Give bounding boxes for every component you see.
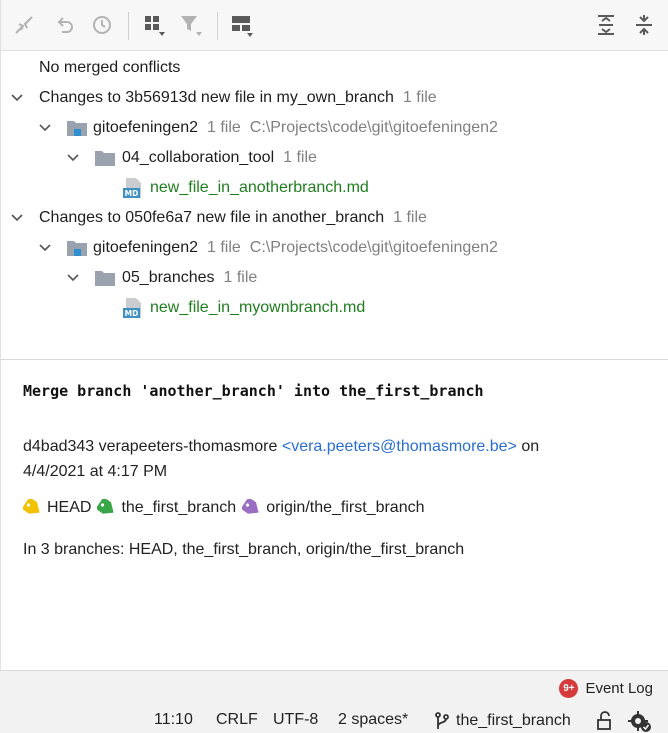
no-conflicts-row: No merged conflicts xyxy=(1,53,668,83)
line-separator[interactable]: CRLF xyxy=(216,711,258,729)
commit-author: verapeeters-thomasmore xyxy=(98,438,278,455)
group-by-icon[interactable] xyxy=(141,12,167,38)
file-name: new_file_in_myownbranch.md xyxy=(150,299,366,316)
change-group-row[interactable]: Changes to 3b56913d new file in my_own_b… xyxy=(1,83,668,113)
inspection-profile-icon[interactable] xyxy=(628,711,652,733)
containing-branches: In 3 branches: HEAD, the_first_branch, o… xyxy=(23,541,465,558)
file-row[interactable]: MD new_file_in_myownbranch.md xyxy=(1,293,668,323)
chevron-down-icon[interactable] xyxy=(66,151,80,165)
file-name: new_file_in_anotherbranch.md xyxy=(150,179,369,196)
no-conflicts-label: No merged conflicts xyxy=(39,59,181,76)
change-group-row[interactable]: Changes to 050fe6a7 new file in another_… xyxy=(1,203,668,233)
filter-icon[interactable] xyxy=(178,12,204,38)
git-branch-name: the_first_branch xyxy=(456,712,571,729)
changes-tree: No merged conflicts Changes to 3b56913d … xyxy=(0,51,668,359)
folder-name: 05_branches xyxy=(122,269,215,286)
folder-icon xyxy=(94,148,116,168)
commit-hash[interactable]: d4bad343 xyxy=(23,438,94,455)
toolbar-separator xyxy=(217,12,218,40)
file-row[interactable]: MD new_file_in_anotherbranch.md xyxy=(1,173,668,203)
git-branch-widget[interactable]: the_first_branch xyxy=(434,711,571,731)
markdown-file-icon: MD xyxy=(122,297,144,319)
ref-label: HEAD xyxy=(47,499,92,516)
file-encoding[interactable]: UTF-8 xyxy=(273,711,318,729)
change-group-count: 1 file xyxy=(393,209,427,226)
chevron-down-icon[interactable] xyxy=(66,271,80,285)
toolbar-separator xyxy=(128,12,129,40)
repo-count: 1 file xyxy=(206,239,241,256)
change-group-title: Changes to 3b56913d new file in my_own_b… xyxy=(39,89,394,106)
history-clock-icon[interactable] xyxy=(89,12,115,38)
folder-name: 04_collaboration_tool xyxy=(122,149,275,166)
folder-count: 1 file xyxy=(283,149,317,166)
event-log-button[interactable]: 9+ Event Log xyxy=(559,679,653,698)
tag-icon xyxy=(242,499,259,514)
change-group-count: 1 file xyxy=(402,89,437,106)
svg-text:MD: MD xyxy=(125,309,139,318)
chevron-down-icon[interactable] xyxy=(10,211,24,225)
repo-path: C:\Projects\code\git\gitoefeningen2 xyxy=(249,239,498,256)
lock-icon[interactable] xyxy=(596,711,614,733)
repo-row[interactable]: gitoefeningen2 1 file C:\Projects\code\g… xyxy=(1,113,668,143)
expand-all-icon[interactable] xyxy=(593,12,619,38)
collapse-all-icon[interactable] xyxy=(631,12,657,38)
commit-meta: d4bad343 verapeeters-thomasmore <vera.pe… xyxy=(23,434,643,484)
tag-icon xyxy=(23,499,40,514)
author-email-link[interactable]: <vera.peeters@thomasmore.be> xyxy=(282,438,517,455)
caret-position[interactable]: 11:10 xyxy=(154,711,193,729)
chevron-down-icon[interactable] xyxy=(38,241,52,255)
ref-remote-branch: origin/the_first_branch xyxy=(242,499,425,517)
event-count-badge: 9+ xyxy=(559,679,579,698)
folder-count: 1 file xyxy=(223,269,258,286)
repo-name: gitoefeningen2 xyxy=(93,119,198,136)
chevron-down-icon[interactable] xyxy=(38,121,52,135)
indent-setting[interactable]: 2 spaces* xyxy=(338,711,408,729)
repo-folder-icon xyxy=(66,118,88,138)
layout-icon[interactable] xyxy=(229,12,255,38)
undo-icon[interactable] xyxy=(52,12,78,38)
bottom-panel: 9+ Event Log 11:10 CRLF UTF-8 2 spaces* … xyxy=(0,670,668,733)
ref-local-branch: the_first_branch xyxy=(97,499,236,517)
merge-arrows-icon[interactable] xyxy=(11,12,37,38)
git-branch-icon xyxy=(435,712,449,729)
repo-count: 1 file xyxy=(206,119,241,136)
commit-date: 4/4/2021 at 4:17 PM xyxy=(23,463,168,480)
event-log-label: Event Log xyxy=(585,680,653,697)
ref-label: the_first_branch xyxy=(121,499,237,516)
commit-refs: HEAD the_first_branch origin/the_first_b… xyxy=(23,499,431,517)
change-group-title: Changes to 050fe6a7 new file in another_… xyxy=(39,209,385,226)
ref-head: HEAD xyxy=(23,499,91,517)
svg-text:MD: MD xyxy=(125,189,139,198)
repo-name: gitoefeningen2 xyxy=(93,239,198,256)
commit-details-panel: Merge branch 'another_branch' into the_f… xyxy=(0,360,668,670)
repo-row[interactable]: gitoefeningen2 1 file C:\Projects\code\g… xyxy=(1,233,668,263)
folder-row[interactable]: 04_collaboration_tool 1 file xyxy=(1,143,668,173)
tag-icon xyxy=(97,499,115,514)
ref-label: origin/the_first_branch xyxy=(266,499,425,516)
commit-on-label: on xyxy=(521,438,540,455)
chevron-down-icon[interactable] xyxy=(10,91,24,105)
folder-row[interactable]: 05_branches 1 file xyxy=(1,263,668,293)
commit-message: Merge branch 'another_branch' into the_f… xyxy=(23,382,484,400)
folder-icon xyxy=(94,268,116,288)
status-bar: 11:10 CRLF UTF-8 2 spaces* the_first_bra… xyxy=(0,707,668,733)
repo-path: C:\Projects\code\git\gitoefeningen2 xyxy=(249,119,498,136)
markdown-file-icon: MD xyxy=(122,177,144,199)
repo-folder-icon xyxy=(66,238,88,258)
changes-toolbar xyxy=(0,0,668,51)
